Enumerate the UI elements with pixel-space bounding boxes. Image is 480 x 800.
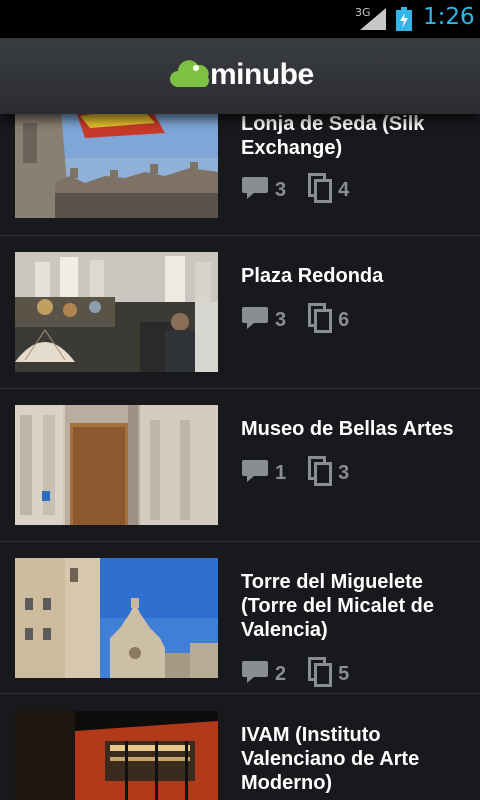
photos-count: 4 xyxy=(308,172,349,208)
minube-logo[interactable]: minube xyxy=(170,56,314,96)
speech-bubble-icon xyxy=(241,305,269,336)
comments-count: 1 xyxy=(241,458,286,489)
app-header: minube xyxy=(0,38,480,114)
clock: 1:26 xyxy=(423,4,475,30)
comments-count: 3 xyxy=(241,305,286,336)
place-title: Lonja de Seda (Silk Exchange) xyxy=(241,113,425,159)
place-thumbnail[interactable] xyxy=(15,711,218,800)
photo-stack-icon xyxy=(308,172,333,208)
photos-count: 6 xyxy=(308,302,349,338)
cloud-logo-icon xyxy=(170,57,212,96)
place-stats: 3 6 xyxy=(241,302,371,338)
photos-count: 5 xyxy=(308,656,349,692)
place-stats: 1 3 xyxy=(241,455,371,491)
divider xyxy=(0,541,480,542)
speech-bubble-icon xyxy=(241,175,269,206)
place-thumbnail[interactable] xyxy=(15,558,218,678)
place-title: Torre del Miguelete (Torre del Micalet d… xyxy=(241,571,435,641)
place-title: Museo de Bellas Artes xyxy=(241,418,454,440)
comments-count: 3 xyxy=(241,175,286,206)
photos-count: 3 xyxy=(308,455,349,491)
divider xyxy=(0,388,480,389)
speech-bubble-icon xyxy=(241,458,269,489)
photo-stack-icon xyxy=(308,302,333,338)
comments-count: 2 xyxy=(241,659,286,690)
place-title: Plaza Redonda xyxy=(241,265,384,287)
logo-text: minube xyxy=(210,58,314,91)
place-stats: 3 4 xyxy=(241,172,371,208)
divider xyxy=(0,235,480,236)
place-stats: 2 5 xyxy=(241,656,371,692)
divider xyxy=(0,693,480,694)
photo-stack-icon xyxy=(308,455,333,491)
place-thumbnail[interactable] xyxy=(15,405,218,525)
place-thumbnail[interactable] xyxy=(15,252,218,372)
place-thumbnail[interactable] xyxy=(15,98,218,218)
photo-stack-icon xyxy=(308,656,333,692)
place-title: IVAM (Instituto Valenciano de Arte Moder… xyxy=(241,724,420,794)
status-bar: 3G 1:26 xyxy=(0,0,480,38)
speech-bubble-icon xyxy=(241,659,269,690)
